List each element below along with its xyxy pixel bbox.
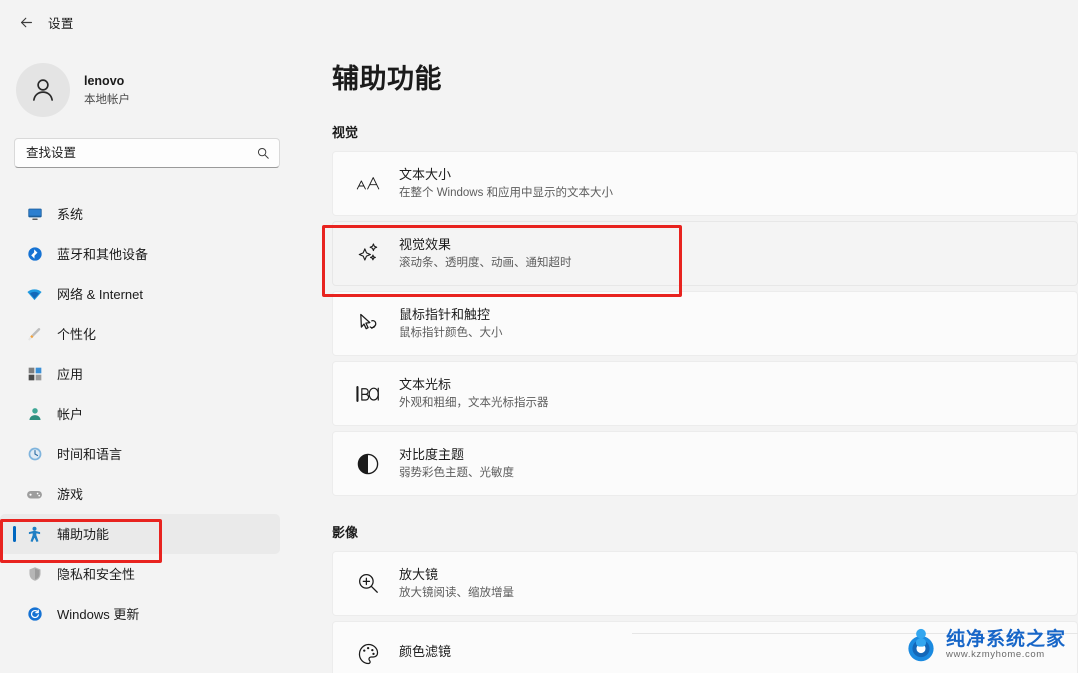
card-title: 视觉效果 — [399, 236, 452, 252]
sidebar: 设置 lenovo 本地帐户 查找设置 系统 蓝牙和其他设备 网络 & Inte… — [0, 0, 310, 673]
sidebar-item-label: 辅助功能 — [57, 526, 110, 542]
card-subtitle: 外观和粗细，文本光标指示器 — [399, 396, 549, 409]
card-title: 鼠标指针和触控 — [399, 306, 491, 322]
card-title: 文本光标 — [399, 376, 452, 392]
watermark-text: 纯净系统之家 www.kzmyhome.com — [946, 630, 1066, 660]
card-text: 放大镜 放大镜阅读、缩放增量 — [387, 567, 514, 601]
card-title: 对比度主题 — [399, 446, 465, 462]
text-cursor-icon — [349, 384, 387, 404]
sidebar-item-label: 应用 — [57, 366, 84, 382]
sidebar-item-accessibility[interactable]: 辅助功能 — [0, 514, 280, 554]
navigation-list: 系统 蓝牙和其他设备 网络 & Internet 个性化 应用 帐户 时间和语言… — [0, 194, 310, 634]
watermark: 纯净系统之家 www.kzmyhome.com — [895, 621, 1074, 669]
sidebar-item-label: 个性化 — [57, 326, 97, 342]
watermark-name: 纯净系统之家 — [945, 629, 1066, 651]
search-input[interactable] — [26, 139, 249, 167]
card-subtitle: 在整个 Windows 和应用中显示的文本大小 — [399, 186, 614, 199]
avatar — [16, 63, 70, 117]
account-text: lenovo 本地帐户 — [84, 74, 130, 107]
bluetooth-icon — [26, 246, 43, 263]
wifi-icon — [26, 286, 43, 303]
page-title: 辅助功能 — [332, 64, 442, 94]
account-name: lenovo — [84, 73, 125, 88]
title-bar: 设置 — [0, 0, 310, 44]
card-subtitle: 放大镜阅读、缩放增量 — [399, 586, 514, 599]
monitor-icon — [26, 206, 43, 223]
card-title: 文本大小 — [399, 166, 452, 182]
sidebar-item-label: Windows 更新 — [57, 606, 140, 622]
card-text: 鼠标指针和触控 鼠标指针颜色、大小 — [387, 307, 503, 341]
card-text: 颜色滤镜 — [387, 644, 451, 663]
search-icon — [257, 147, 269, 159]
watermark-logo-icon — [908, 628, 934, 662]
main-content: 辅助功能 视觉 文本大小 在整个 Windows 和应用中显示的文本大小 视觉效… — [310, 0, 1078, 673]
sidebar-item-privacy-security[interactable]: 隐私和安全性 — [0, 554, 280, 594]
card-group-vision: 文本大小 在整个 Windows 和应用中显示的文本大小 视觉效果 滚动条、透明… — [332, 151, 1078, 496]
card-title: 颜色滤镜 — [399, 643, 452, 659]
sidebar-item-gaming[interactable]: 游戏 — [0, 474, 280, 514]
sidebar-item-label: 隐私和安全性 — [57, 566, 136, 582]
card-text: 文本大小 在整个 Windows 和应用中显示的文本大小 — [387, 167, 613, 201]
sidebar-item-windows-update[interactable]: Windows 更新 — [0, 594, 280, 634]
accessibility-icon — [26, 526, 43, 543]
account-type: 本地帐户 — [84, 93, 130, 106]
section-heading-vision: 视觉 — [332, 125, 359, 140]
sidebar-item-label: 蓝牙和其他设备 — [57, 246, 149, 262]
contrast-icon — [349, 452, 387, 476]
app-title: 设置 — [48, 16, 74, 31]
shield-icon — [26, 566, 43, 583]
mouse-pointer-icon — [349, 311, 387, 336]
card-text: 文本光标 外观和粗细，文本光标指示器 — [387, 377, 549, 411]
clock-icon — [26, 446, 43, 463]
card-text-size[interactable]: 文本大小 在整个 Windows 和应用中显示的文本大小 — [332, 151, 1078, 216]
sidebar-item-personalization[interactable]: 个性化 — [0, 314, 280, 354]
sidebar-item-system[interactable]: 系统 — [0, 194, 280, 234]
sidebar-item-apps[interactable]: 应用 — [0, 354, 280, 394]
card-subtitle: 鼠标指针颜色、大小 — [399, 326, 503, 339]
text-size-icon — [349, 174, 387, 194]
card-magnifier[interactable]: 放大镜 放大镜阅读、缩放增量 — [332, 551, 1078, 616]
card-title: 放大镜 — [399, 566, 439, 582]
card-mouse-pointer-touch[interactable]: 鼠标指针和触控 鼠标指针颜色、大小 — [332, 291, 1078, 356]
card-text: 视觉效果 滚动条、透明度、动画、通知超时 — [387, 237, 572, 271]
card-text: 对比度主题 弱势彩色主题、光敏度 — [387, 447, 514, 481]
sidebar-item-label: 系统 — [57, 206, 84, 222]
gamepad-icon — [26, 486, 43, 503]
sidebar-item-label: 游戏 — [57, 486, 84, 502]
card-contrast-themes[interactable]: 对比度主题 弱势彩色主题、光敏度 — [332, 431, 1078, 496]
sidebar-item-label: 帐户 — [57, 406, 84, 422]
person-icon — [26, 406, 43, 423]
apps-icon — [26, 366, 43, 383]
sidebar-item-label: 时间和语言 — [57, 446, 123, 462]
brush-icon — [26, 326, 43, 343]
card-visual-effects[interactable]: 视觉效果 滚动条、透明度、动画、通知超时 — [332, 221, 1078, 286]
sidebar-item-bluetooth[interactable]: 蓝牙和其他设备 — [0, 234, 280, 274]
search-box[interactable] — [14, 138, 280, 168]
search-container — [0, 120, 310, 168]
sidebar-item-label: 网络 & Internet — [57, 286, 143, 302]
sidebar-item-accounts[interactable]: 帐户 — [0, 394, 280, 434]
card-text-cursor[interactable]: 文本光标 外观和粗细，文本光标指示器 — [332, 361, 1078, 426]
back-button[interactable] — [10, 6, 42, 38]
color-filter-icon — [349, 641, 387, 666]
sidebar-item-network[interactable]: 网络 & Internet — [0, 274, 280, 314]
sidebar-item-time-language[interactable]: 时间和语言 — [0, 434, 280, 474]
sparkles-icon — [349, 241, 387, 266]
watermark-url: www.kzmyhome.com — [945, 649, 1045, 661]
person-icon — [33, 79, 53, 101]
settings-window: 设置 lenovo 本地帐户 查找设置 系统 蓝牙和其他设备 网络 & Inte… — [0, 0, 1078, 673]
update-icon — [26, 606, 43, 623]
magnifier-icon — [349, 571, 387, 596]
card-subtitle: 弱势彩色主题、光敏度 — [399, 466, 514, 479]
card-subtitle: 滚动条、透明度、动画、通知超时 — [399, 256, 572, 269]
section-heading-imaging: 影像 — [332, 525, 359, 540]
back-arrow-icon — [20, 17, 32, 27]
account-block[interactable]: lenovo 本地帐户 — [0, 44, 310, 120]
